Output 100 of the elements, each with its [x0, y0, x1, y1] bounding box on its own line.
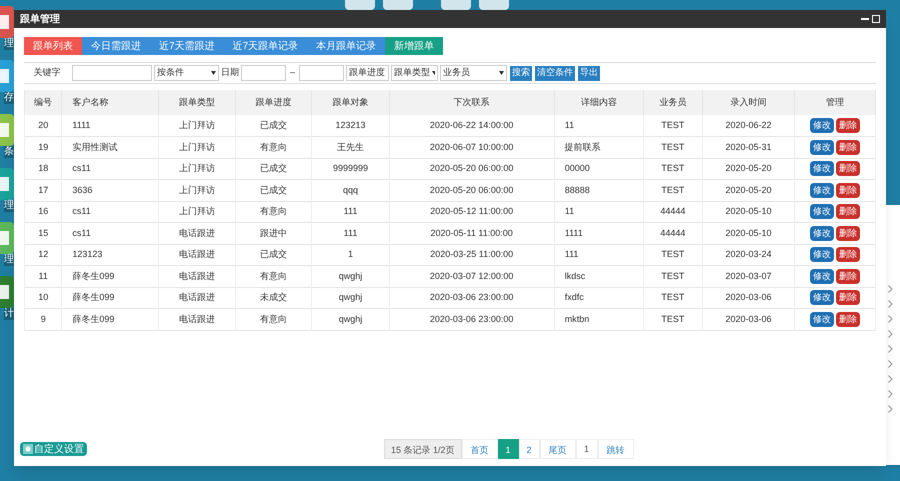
app-label[interactable]: 计 — [4, 308, 14, 320]
table-cell: 薛冬生099 — [62, 308, 159, 330]
edit-button[interactable]: 修改 — [810, 118, 834, 133]
delete-button[interactable]: 删除 — [836, 247, 860, 262]
keyword-field[interactable] — [72, 65, 152, 81]
table-cell: 20 — [24, 115, 62, 136]
filter-button[interactable]: 清空条件 — [535, 66, 576, 80]
filter-button[interactable]: 搜索 — [510, 66, 532, 80]
table-cell: fxdfc — [554, 287, 644, 308]
table-cell: 薛冬生099 — [62, 287, 159, 308]
table-cell: 电话跟进 — [158, 244, 236, 266]
table-cell: 15 — [24, 222, 62, 244]
table-cell: 1 — [312, 244, 390, 266]
delete-button[interactable]: 删除 — [836, 182, 860, 198]
edit-button[interactable]: 修改 — [810, 204, 834, 220]
edit-button[interactable]: 修改 — [810, 182, 834, 198]
delete-button[interactable]: 删除 — [836, 204, 860, 220]
page-jump-field[interactable]: 1 — [576, 439, 598, 459]
table-cell: 2020-05-20 — [702, 158, 795, 180]
caret-icon — [211, 71, 216, 75]
table-cell: 1111 — [554, 222, 644, 244]
table-cell: 16 — [24, 201, 62, 222]
table-cell: 9 — [24, 308, 62, 330]
record-count: 15 条记录 1/2页 — [384, 439, 462, 459]
edit-button[interactable]: 修改 — [810, 247, 834, 262]
select-field[interactable]: 业务员 — [440, 65, 508, 81]
app-label[interactable]: 条 — [4, 146, 14, 158]
column-header: 管理 — [794, 90, 876, 115]
app-icon[interactable] — [0, 60, 14, 92]
table-cell: 12 — [24, 244, 62, 266]
table-cell: cs11 — [62, 222, 159, 244]
delete-button[interactable]: 删除 — [836, 140, 860, 155]
table-cell: 88888 — [554, 180, 644, 201]
table-cell: 跟进中 — [235, 222, 312, 244]
table-cell: 2020-05-20 — [702, 180, 795, 201]
tab[interactable]: 本月跟单记录 — [307, 37, 386, 55]
table-cell: 电话跟进 — [158, 287, 236, 308]
app-icon[interactable] — [0, 114, 14, 146]
table-cell: TEST — [643, 308, 703, 330]
page-link[interactable]: 1 — [498, 439, 519, 459]
app-label[interactable]: 理 — [4, 38, 14, 50]
edit-button[interactable]: 修改 — [810, 226, 834, 241]
jump-link[interactable]: 跳转 — [598, 439, 634, 459]
column-header: 录入时间 — [702, 90, 795, 115]
table-cell: 3636 — [62, 180, 159, 201]
table-cell: 2020-06-22 — [702, 115, 795, 136]
app-label[interactable]: 存 — [4, 92, 14, 104]
filter-button[interactable]: 导出 — [578, 66, 600, 80]
table-cell: 123123 — [62, 244, 159, 266]
app-label[interactable]: 理 — [4, 200, 14, 212]
column-header: 编号 — [24, 90, 62, 115]
caret-icon — [432, 71, 436, 75]
pagination-link[interactable]: 首页 — [462, 439, 498, 459]
tab[interactable]: 近7天需跟进 — [150, 37, 224, 55]
edit-button[interactable]: 修改 — [810, 268, 834, 284]
edit-button[interactable]: 修改 — [810, 312, 834, 327]
add-button[interactable]: 新增跟单 — [385, 37, 444, 55]
pagination-link[interactable]: 尾页 — [540, 439, 576, 459]
table-cell: 123213 — [312, 115, 390, 136]
table-cell: 1111 — [62, 115, 159, 136]
column-header: 下次联系 — [389, 90, 554, 115]
edit-button[interactable]: 修改 — [810, 161, 834, 176]
app-icon[interactable] — [0, 222, 14, 254]
app-icon[interactable] — [0, 6, 14, 38]
table-cell: cs11 — [62, 158, 159, 180]
date-field[interactable] — [241, 65, 286, 81]
delete-button[interactable]: 删除 — [836, 226, 860, 241]
table-cell: 有意向 — [235, 266, 312, 287]
edit-button[interactable]: 修改 — [810, 140, 834, 155]
select-field[interactable]: 按条件 — [154, 65, 219, 81]
maximize-icon[interactable] — [872, 15, 880, 23]
date-field[interactable] — [299, 65, 344, 81]
tab[interactable]: 今日需跟进 — [82, 37, 150, 55]
table-cell: 有意向 — [235, 136, 312, 158]
minimize-icon[interactable] — [861, 15, 869, 23]
tab[interactable]: 跟单列表 — [24, 37, 82, 55]
table-cell: 111 — [312, 222, 390, 244]
edit-button[interactable]: 修改 — [810, 290, 834, 306]
delete-button[interactable]: 删除 — [836, 312, 860, 327]
select-field[interactable]: 跟单进度 — [346, 65, 390, 81]
delete-button[interactable]: 删除 — [836, 118, 860, 133]
select-field[interactable]: 跟单类型 — [391, 65, 438, 81]
table-cell: TEST — [643, 115, 703, 136]
delete-button[interactable]: 删除 — [836, 161, 860, 176]
page-link[interactable]: 2 — [518, 439, 540, 459]
table-cell: 111 — [312, 201, 390, 222]
field-label: 关键字 — [32, 66, 62, 80]
app-icon[interactable] — [0, 276, 14, 308]
custom-settings-button[interactable]: 自定义设置 — [20, 442, 87, 456]
table-cell: 44444 — [643, 222, 703, 244]
delete-button[interactable]: 删除 — [836, 290, 860, 306]
column-header: 跟单对象 — [312, 90, 390, 115]
table-cell: 00000 — [554, 158, 644, 180]
app-icon[interactable] — [0, 168, 14, 200]
table-cell: TEST — [643, 287, 703, 308]
window-title: 跟单管理 — [20, 12, 60, 26]
delete-button[interactable]: 删除 — [836, 268, 860, 284]
tab[interactable]: 近7天跟单记录 — [224, 37, 308, 55]
table-cell: mktbn — [554, 308, 644, 330]
app-label[interactable]: 理 — [4, 254, 14, 266]
